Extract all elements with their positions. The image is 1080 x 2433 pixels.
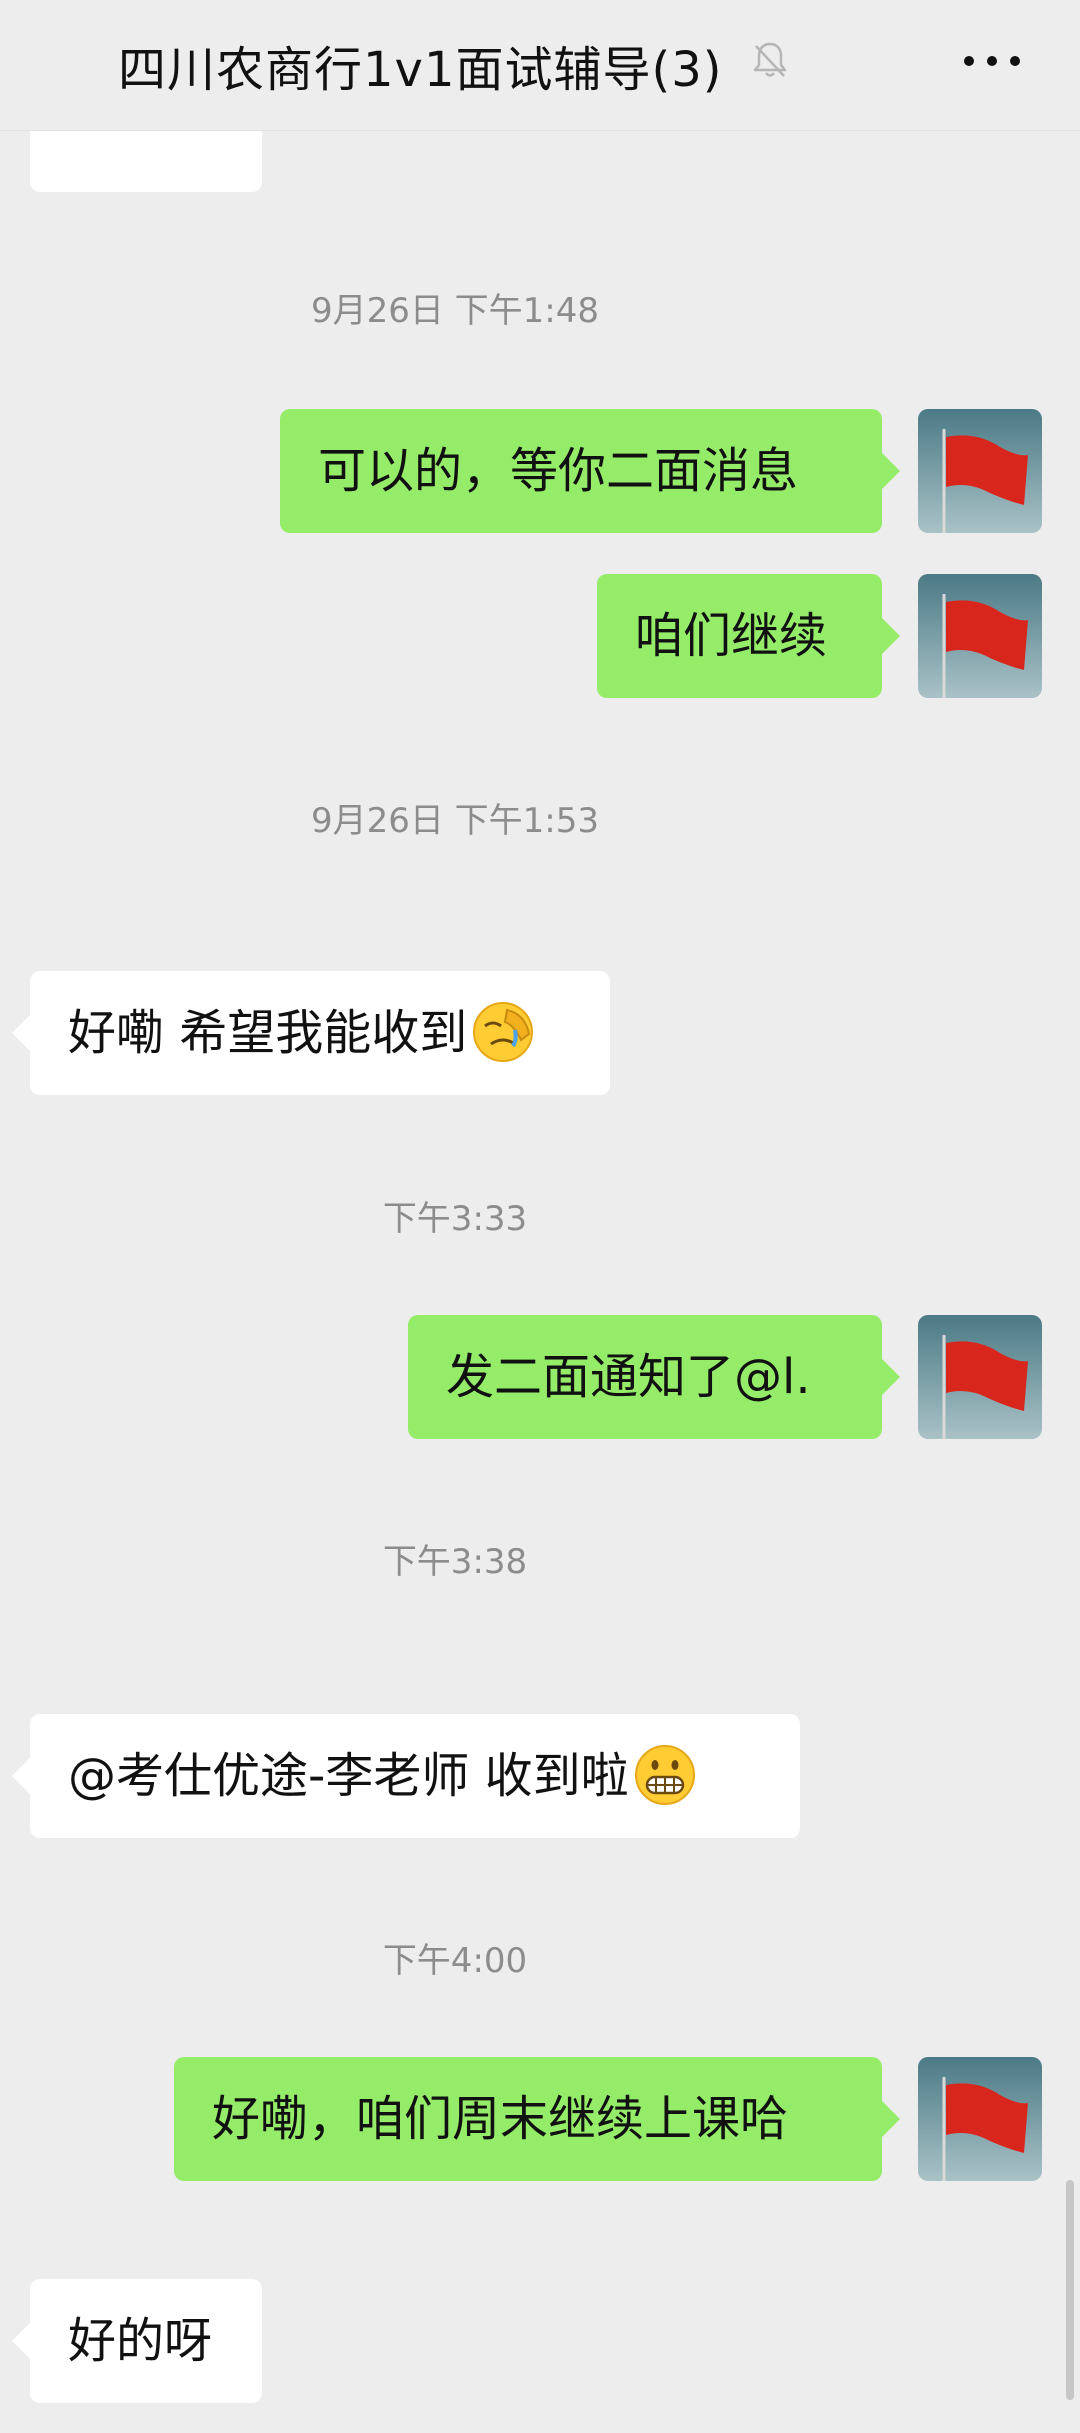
timestamp: 9月26日 下午1:53 [310, 801, 600, 841]
bell-off-icon [753, 42, 787, 77]
user-avatar[interactable] [918, 574, 1042, 698]
red-flag-avatar [918, 409, 1042, 533]
user-avatar[interactable] [918, 2057, 1042, 2181]
face-palm-crying-emoji [473, 1002, 534, 1062]
grinning-face-emoji [634, 1745, 695, 1805]
red-flag-avatar [918, 1315, 1042, 1439]
message-text: @考仕优途-李老师 收到啦 [68, 1748, 629, 1804]
chat-title[interactable]: 四川农商行1v1面试辅导(3) [118, 30, 722, 100]
red-flag-avatar [918, 2057, 1042, 2181]
user-avatar[interactable] [918, 1315, 1042, 1439]
chat-header: 四川农商行1v1面试辅导(3) [0, 0, 1080, 131]
incoming-message-bubble[interactable]: @考仕优途-李老师 收到啦 [12, 1714, 800, 1838]
incoming-message-bubble[interactable]: 好的呀 [12, 2279, 262, 2403]
outgoing-message-bubble[interactable]: 好嘞，咱们周末继续上课哈 [174, 2057, 900, 2181]
timestamp: 下午3:38 [382, 1542, 528, 1582]
timestamp: 9月26日 下午1:48 [310, 291, 600, 331]
outgoing-message-bubble[interactable]: 咱们继续 [597, 574, 900, 698]
message-text: 好嘞 希望我能收到 [68, 1005, 468, 1061]
incoming-message-bubble[interactable]: 好嘞 希望我能收到 [12, 971, 610, 1095]
user-avatar[interactable] [918, 409, 1042, 533]
outgoing-message-bubble[interactable]: 发二面通知了@l. [408, 1315, 900, 1439]
timestamp: 下午4:00 [382, 1941, 528, 1981]
outgoing-message-bubble[interactable]: 可以的，等你二面消息 [280, 409, 900, 533]
more-dots-icon[interactable] [960, 40, 1024, 80]
timestamp: 下午3:33 [382, 1199, 528, 1239]
red-flag-avatar [918, 574, 1042, 698]
scrollbar[interactable] [1066, 2180, 1074, 2400]
